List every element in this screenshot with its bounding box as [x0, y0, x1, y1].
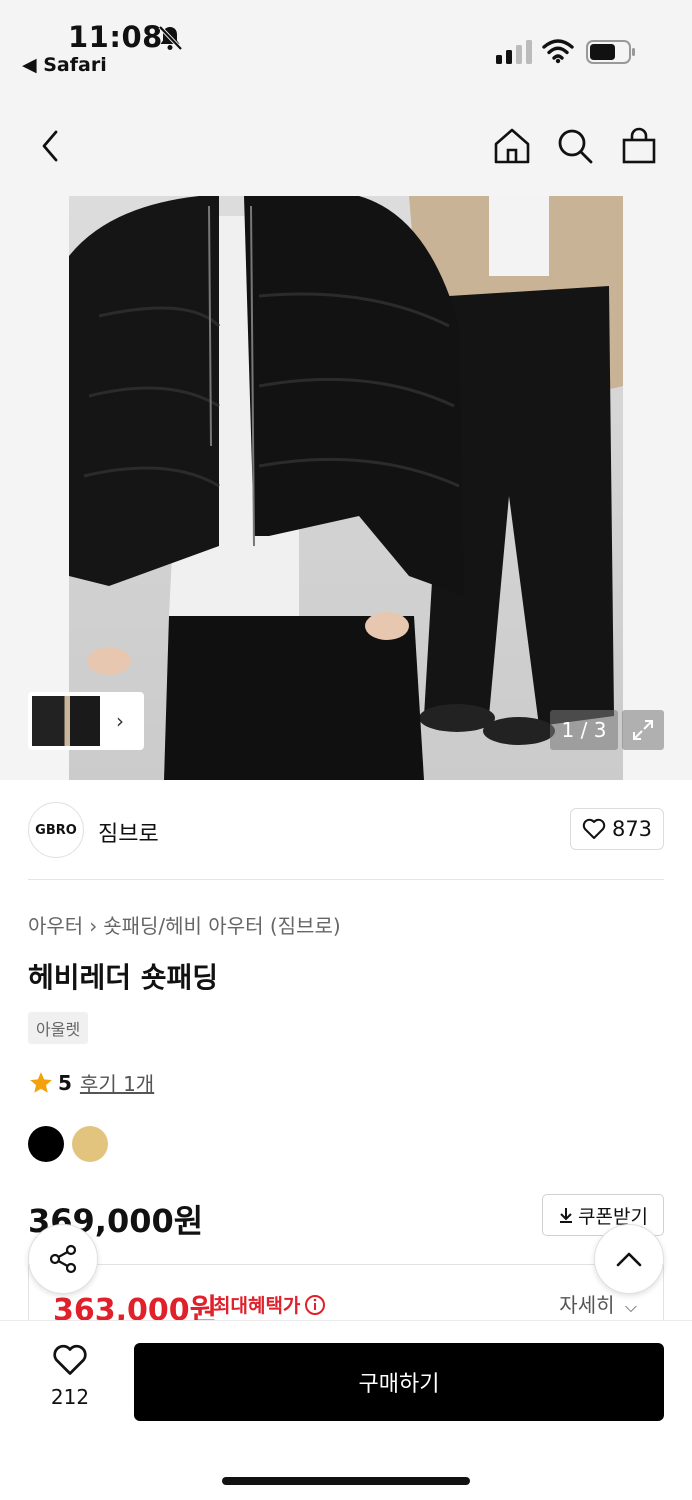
detail-label: 자세히	[559, 1293, 615, 1317]
image-pager: 1 / 3	[550, 710, 618, 750]
fullscreen-button[interactable]	[622, 710, 664, 750]
swatch-beige[interactable]	[72, 1126, 108, 1162]
status-bar: 11:08 ◀ Safari	[0, 0, 692, 96]
rating-score: 5	[58, 1070, 72, 1095]
download-icon	[560, 1208, 573, 1223]
clock: 11:08	[68, 20, 163, 54]
cellular-signal-icon	[496, 40, 532, 64]
swatch-black[interactable]	[28, 1126, 64, 1162]
heart-icon	[582, 818, 606, 839]
expand-icon	[633, 720, 653, 740]
buy-button[interactable]: 구매하기	[134, 1343, 664, 1421]
scroll-top-button[interactable]	[594, 1224, 664, 1294]
chevron-left-icon	[42, 130, 58, 162]
outlet-badge: 아울렛	[28, 1012, 89, 1044]
thumbnail-image[interactable]	[32, 696, 100, 746]
home-indicator	[222, 1477, 470, 1485]
product-title: 헤비레더 숏패딩	[28, 961, 219, 994]
top-nav	[0, 96, 692, 196]
review-link[interactable]: 후기 1개	[80, 1068, 154, 1097]
shopping-bag-icon	[622, 127, 656, 164]
heart-icon	[53, 1344, 87, 1375]
search-icon	[558, 129, 593, 164]
rating-row: 5 후기 1개	[28, 1068, 154, 1097]
brand-like-button[interactable]: 873	[570, 808, 664, 850]
wifi-icon	[542, 39, 574, 64]
home-icon	[494, 128, 530, 164]
breadcrumb-item-outer[interactable]: 아우터	[28, 914, 83, 938]
star-icon	[30, 1071, 52, 1093]
chevron-right-icon: ›	[116, 709, 124, 733]
benefit-label-text: 최대혜택가	[213, 1295, 301, 1317]
bottom-purchase-bar: 212 구매하기	[0, 1320, 692, 1500]
cart-button[interactable]	[617, 124, 661, 168]
max-benefit-box: 363,000원 최대혜택가 자세히 ⌵	[28, 1264, 664, 1328]
benefit-label: 최대혜택가	[213, 1291, 326, 1318]
color-swatches	[28, 1126, 108, 1162]
chevron-right-icon: ›	[89, 914, 98, 938]
breadcrumb: 아우터 › 숏패딩/헤비 아우터 (짐브로)	[28, 910, 341, 939]
battery-icon	[586, 40, 635, 64]
brand-like-count: 873	[611, 817, 653, 841]
info-icon[interactable]	[304, 1294, 326, 1316]
share-icon	[49, 1244, 77, 1274]
chevron-up-icon	[616, 1252, 642, 1267]
home-button[interactable]	[490, 124, 534, 168]
share-button[interactable]	[28, 1224, 98, 1294]
product-photo	[69, 196, 623, 780]
back-button[interactable]	[28, 124, 72, 168]
brand-name[interactable]: 짐브로	[98, 816, 159, 848]
wishlist-count: 212	[50, 1385, 90, 1409]
brand-logo[interactable]: GBRO	[28, 802, 84, 858]
back-to-safari[interactable]: ◀ Safari	[22, 54, 107, 76]
breadcrumb-item-category[interactable]: 숏패딩/헤비 아우터 (짐브로)	[103, 914, 340, 938]
wishlist-button[interactable]: 212	[40, 1343, 100, 1409]
search-button[interactable]	[553, 124, 597, 168]
chevron-down-icon: ⌵	[624, 1297, 637, 1316]
brand-row: GBRO 짐브로 873	[28, 800, 664, 880]
silent-bell-icon	[158, 25, 183, 51]
thumbnail-strip[interactable]: ›	[28, 692, 144, 750]
product-image-gallery[interactable]: › 1 / 3	[0, 196, 692, 780]
